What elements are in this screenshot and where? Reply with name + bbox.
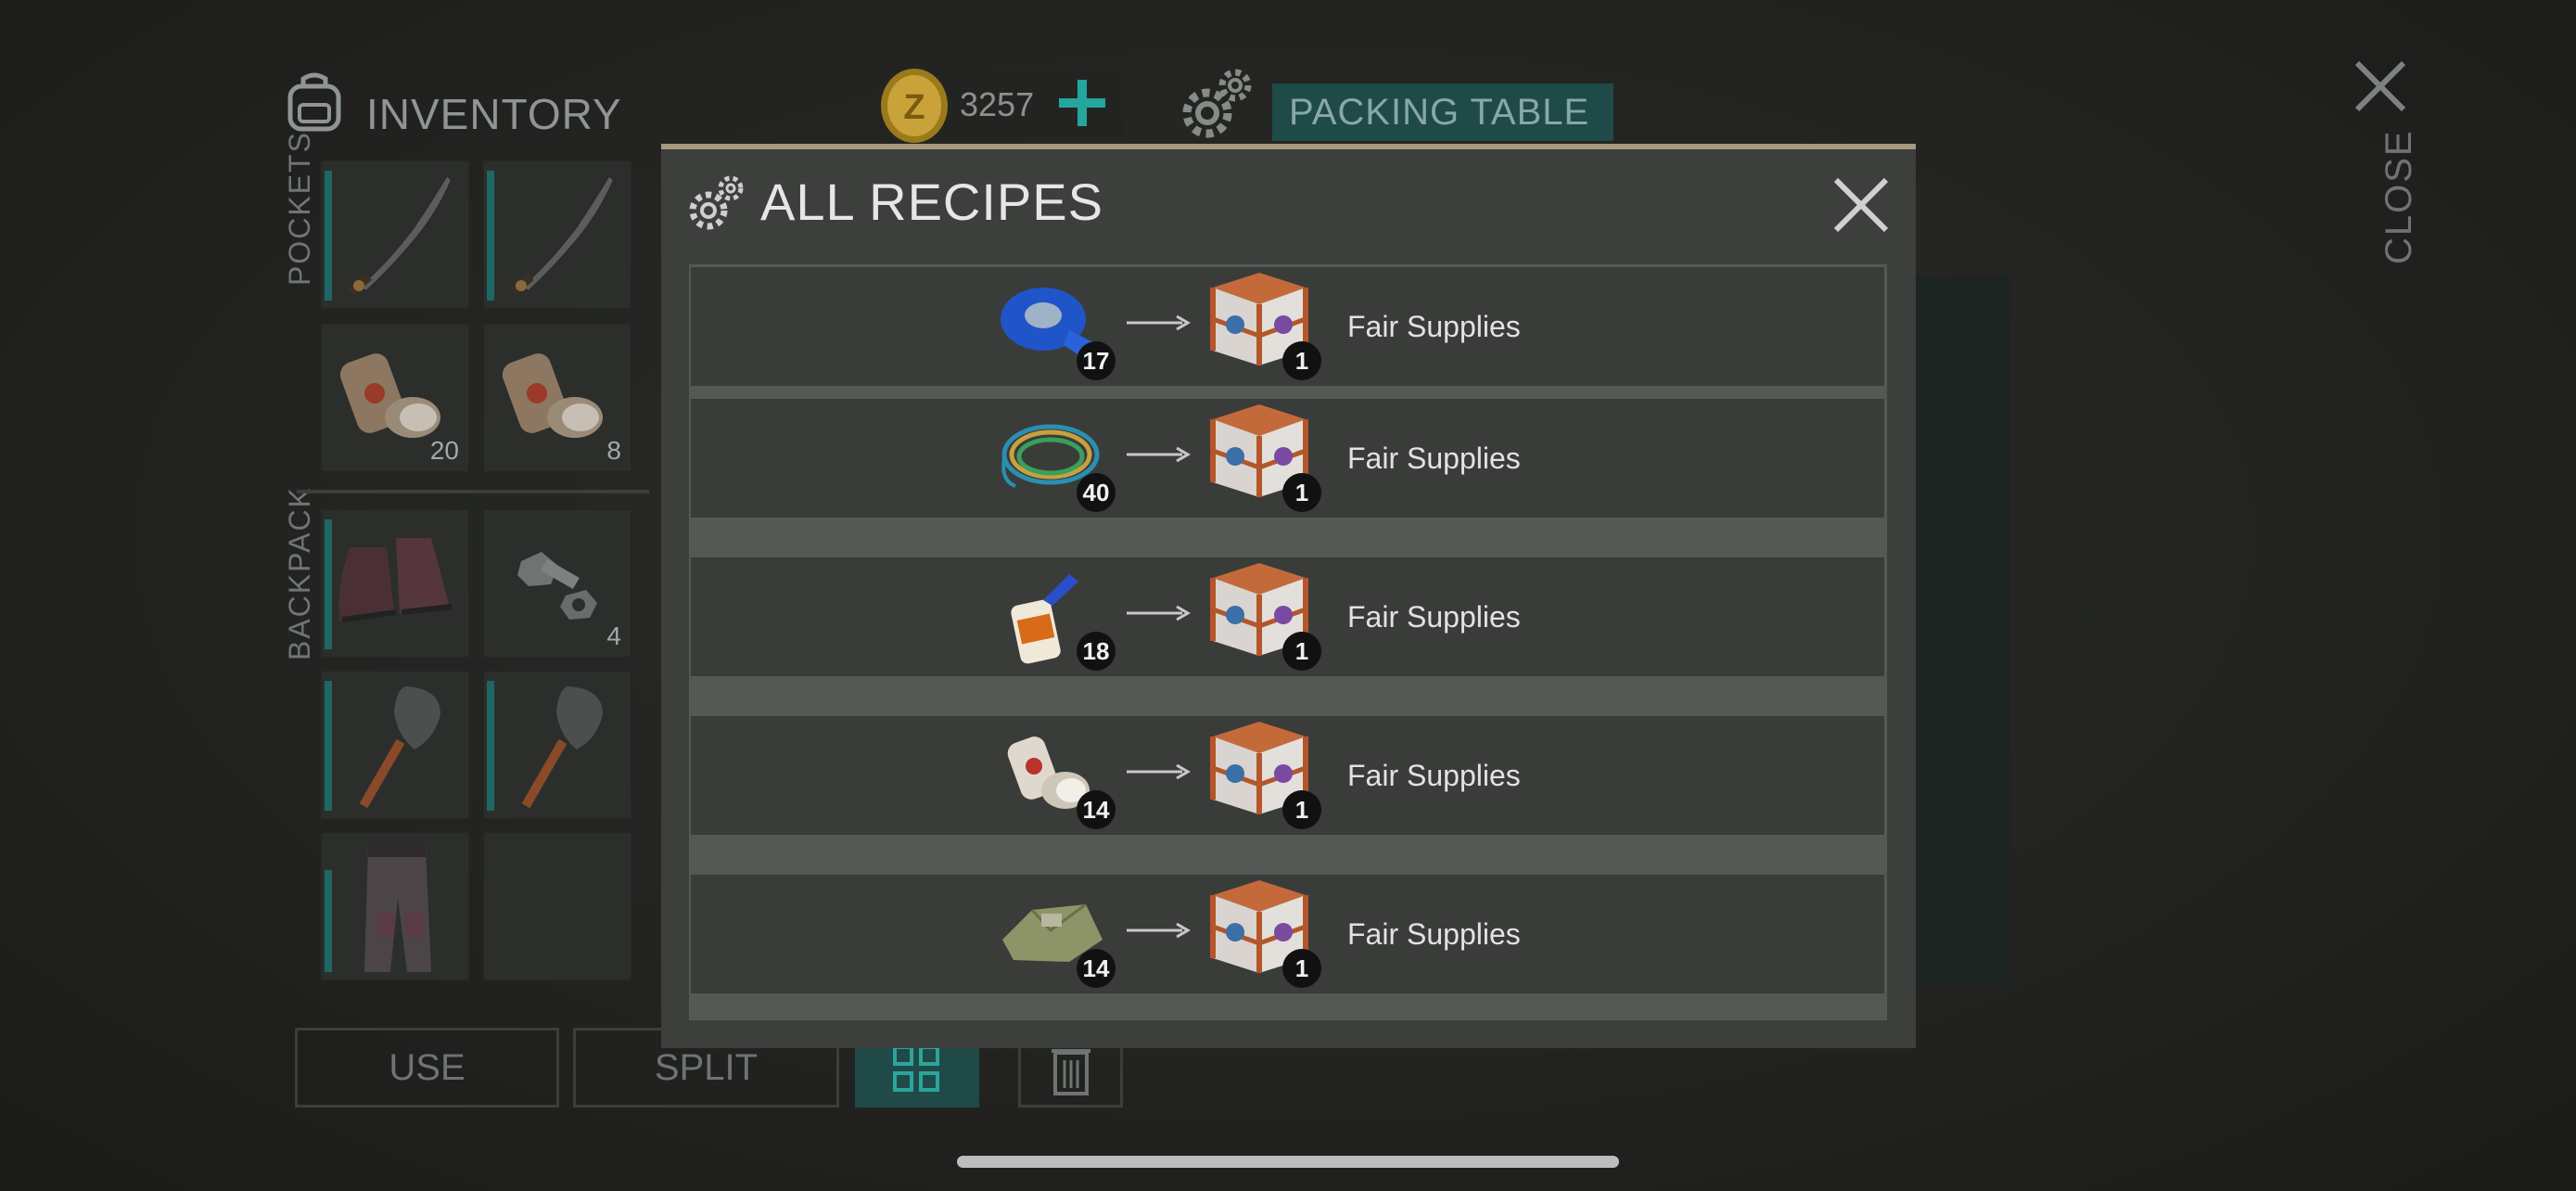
close-label[interactable]: CLOSE (2378, 129, 2420, 264)
packing-table-tab[interactable]: PACKING TABLE (1272, 83, 1613, 141)
coin-amount: 3257 (960, 85, 1035, 123)
svg-text:Z: Z (903, 88, 925, 127)
arrow-right-icon (1127, 446, 1191, 463)
ingredient-count: 14 (1077, 790, 1116, 829)
shovel-icon (521, 686, 603, 809)
pants-icon (364, 846, 431, 972)
arrow-right-icon (1127, 314, 1191, 331)
close-icon[interactable] (2353, 59, 2407, 113)
recipe-row[interactable]: 14 1 Fair Supplies (691, 875, 1884, 993)
result-name: Fair Supplies (1347, 600, 1521, 634)
inventory-slot-nuts-bolts[interactable]: 4 (482, 508, 632, 659)
add-coins-button[interactable] (1055, 76, 1109, 130)
result-name: Fair Supplies (1347, 759, 1521, 792)
inventory-slot-boots[interactable] (320, 508, 470, 659)
close-icon (1833, 177, 1889, 233)
shovel-icon (359, 686, 440, 809)
gears-icon (684, 172, 747, 235)
inventory-slot-shovel[interactable] (320, 670, 470, 820)
ingredient-count: 14 (1077, 949, 1116, 988)
recipe-row[interactable]: 17 1 Fair Supplies (691, 267, 1884, 386)
boots-icon (338, 538, 453, 622)
result-name: Fair Supplies (1347, 442, 1521, 475)
recipe-row[interactable]: 40 1 Fair Supplies (691, 399, 1884, 518)
inventory-slot-empty[interactable] (482, 831, 632, 981)
inventory-slot-katana[interactable] (320, 160, 470, 310)
katana-icon (509, 173, 616, 296)
katana-icon (347, 173, 453, 296)
item-count: 8 (606, 436, 621, 465)
inventory-slot-shovel[interactable] (482, 670, 632, 820)
modal-close-button[interactable] (1830, 174, 1892, 236)
ingredient-count: 40 (1077, 473, 1116, 512)
result-name: Fair Supplies (1347, 310, 1521, 343)
grid-icon (893, 1045, 939, 1092)
result-count: 1 (1282, 949, 1321, 988)
inventory-title: INVENTORY (366, 90, 622, 138)
coin-icon: Z (879, 67, 950, 145)
arrow-right-icon (1127, 922, 1191, 939)
backpack-label: BACKPACK (283, 486, 316, 660)
inventory-slot-pants[interactable] (320, 831, 470, 981)
item-count: 4 (606, 621, 621, 650)
ingredient-count: 17 (1077, 341, 1116, 380)
gears-icon (1176, 63, 1257, 145)
result-count: 1 (1282, 473, 1321, 512)
recipe-row[interactable]: 18 1 Fair Supplies (691, 557, 1884, 676)
trash-icon (1051, 1049, 1090, 1095)
use-button[interactable]: USE (295, 1028, 559, 1108)
arrow-right-icon (1127, 605, 1191, 621)
result-count: 1 (1282, 632, 1321, 671)
modal-title: ALL RECIPES (760, 173, 1103, 231)
section-divider (297, 490, 649, 493)
result-count: 1 (1282, 341, 1321, 380)
result-count: 1 (1282, 790, 1321, 829)
recipe-row[interactable]: 14 1 Fair Supplies (691, 716, 1884, 835)
inventory-slot-bandage[interactable]: 20 (320, 323, 470, 473)
backpack-icon (283, 70, 346, 133)
inventory-slot-bandage[interactable]: 8 (482, 323, 632, 473)
item-count: 20 (429, 436, 459, 465)
pockets-label: POCKETS (283, 131, 316, 286)
details-panel (1910, 276, 2010, 986)
ingredient-count: 18 (1077, 632, 1116, 671)
arrow-right-icon (1127, 763, 1191, 780)
inventory-slot-katana[interactable] (482, 160, 632, 310)
result-name: Fair Supplies (1347, 917, 1521, 951)
home-indicator[interactable] (957, 1156, 1619, 1168)
